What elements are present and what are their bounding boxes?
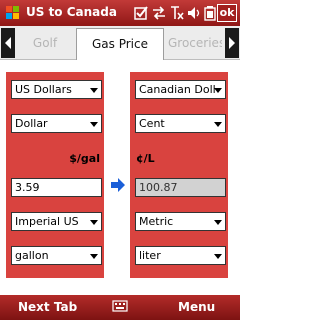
title-bar: US to Canada ok — [0, 0, 240, 26]
battery-icon — [204, 6, 216, 21]
softkey-bar: Next Tab Menu — [0, 295, 240, 320]
source-unit-label: $/gal — [69, 152, 100, 165]
tab-golf[interactable]: Golf — [18, 28, 72, 58]
chevron-down-icon — [90, 88, 98, 93]
window-title: US to Canada — [26, 5, 117, 19]
source-system-select[interactable]: Imperial US — [11, 212, 102, 231]
source-volume-select[interactable]: gallon — [11, 246, 102, 265]
source-panel: US Dollars Dollar $/gal 3.59 Imperial US… — [6, 72, 104, 278]
target-volume-select[interactable]: liter — [135, 246, 226, 265]
tab-scroll-left-button[interactable] — [1, 28, 15, 58]
arrow-right-icon — [111, 178, 125, 192]
sync-arrows-icon — [153, 6, 165, 20]
source-price-input[interactable]: 3.59 — [11, 178, 102, 197]
chevron-down-icon — [214, 220, 222, 225]
target-denomination-select[interactable]: Cent — [135, 114, 226, 133]
chevron-down-icon — [90, 220, 98, 225]
tab-strip: Golf Gas Price Groceries — [0, 26, 240, 60]
target-system-value: Metric — [139, 215, 174, 228]
chevron-down-icon — [214, 88, 222, 93]
target-volume-value: liter — [139, 249, 161, 262]
source-currency-value: US Dollars — [15, 83, 72, 96]
speaker-icon — [188, 7, 200, 19]
chevron-left-icon — [5, 37, 11, 49]
keyboard-icon[interactable] — [112, 299, 128, 313]
target-price-output: 100.87 — [135, 178, 226, 197]
source-denomination-select[interactable]: Dollar — [11, 114, 102, 133]
target-currency-value: Canadian Dollar — [139, 83, 215, 96]
source-volume-value: gallon — [15, 249, 49, 262]
chevron-right-icon — [229, 37, 235, 49]
checkbox-status-icon — [134, 6, 148, 20]
target-unit-label: ¢/L — [136, 152, 155, 165]
chevron-down-icon — [214, 254, 222, 259]
source-denomination-value: Dollar — [15, 117, 48, 130]
chevron-down-icon — [90, 122, 98, 127]
source-currency-select[interactable]: US Dollars — [11, 80, 102, 99]
target-denomination-value: Cent — [139, 117, 165, 130]
source-system-value: Imperial US — [15, 215, 79, 228]
target-panel: Canadian Dollar Cent ¢/L 100.87 Metric l… — [130, 72, 228, 278]
target-system-select[interactable]: Metric — [135, 212, 226, 231]
next-tab-softkey[interactable]: Next Tab — [18, 300, 77, 314]
chevron-down-icon — [214, 122, 222, 127]
no-signal-icon — [171, 6, 184, 20]
tab-groceries[interactable]: Groceries — [168, 28, 222, 58]
target-currency-select[interactable]: Canadian Dollar — [135, 80, 226, 99]
tab-scroll-right-button[interactable] — [225, 28, 239, 58]
tab-gas-price[interactable]: Gas Price — [76, 28, 164, 60]
chevron-down-icon — [90, 254, 98, 259]
menu-softkey[interactable]: Menu — [178, 300, 215, 314]
windows-logo-icon[interactable] — [4, 4, 22, 22]
ok-button[interactable]: ok — [217, 4, 237, 22]
